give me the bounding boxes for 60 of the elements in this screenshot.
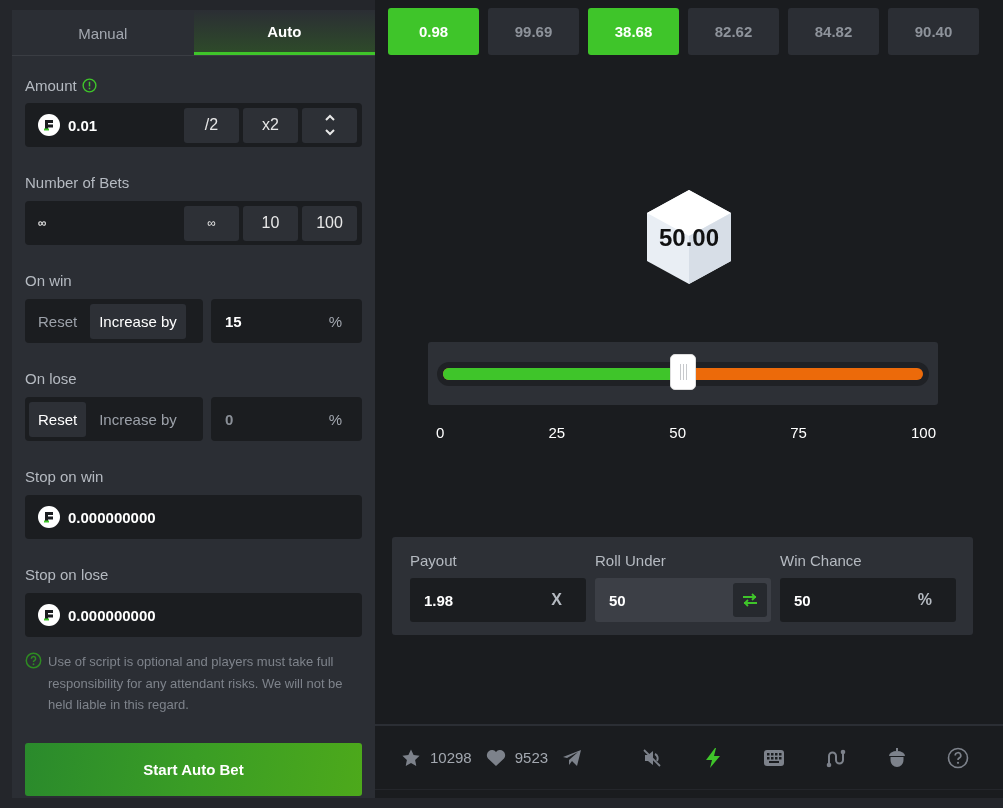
info-icon xyxy=(81,78,97,93)
likes-count: 9523 xyxy=(514,749,549,766)
acorn-icon[interactable] xyxy=(887,746,907,769)
amount-modifier-button[interactable]: /2 xyxy=(184,107,239,143)
keyboard-icon[interactable] xyxy=(763,748,785,767)
stop-field[interactable]: 0.000000000 xyxy=(25,495,362,539)
result-chip: 99.69 xyxy=(488,8,579,55)
mode-option[interactable]: Increase by xyxy=(90,401,186,437)
disclaimer-text: Use of script is optional and players must take full responsibility for any attendant risks. We will not be held liable in this regard. xyxy=(48,653,344,714)
stop-field[interactable]: 0.000000000 xyxy=(25,593,362,637)
scale-label: 50 xyxy=(669,424,686,441)
payout-field[interactable]: 1.98 X xyxy=(410,578,586,622)
favorites-count: 10298 xyxy=(430,749,472,766)
scale-label: 25 xyxy=(548,424,566,441)
result-chip: 38.68 xyxy=(588,8,679,55)
win-chance-label: Win Chance xyxy=(780,552,863,569)
condition-label: On lose xyxy=(25,370,78,389)
swap-button[interactable] xyxy=(733,583,767,617)
amount-field[interactable]: 0.01 /2 x2 xyxy=(25,103,362,147)
win-chance-field[interactable]: 50 % xyxy=(780,578,956,622)
paper-plane-icon[interactable] xyxy=(562,748,583,767)
result-chip: 82.62 xyxy=(688,8,779,55)
number-of-bets-label: Number of Bets xyxy=(25,174,131,193)
scale-label: 100 xyxy=(910,424,936,441)
heart-icon[interactable] xyxy=(485,748,506,767)
bets-preset-button[interactable]: 100 xyxy=(302,205,357,241)
up-down-icon xyxy=(323,113,336,137)
dice-value: 50.00 xyxy=(657,224,721,252)
lightning-icon[interactable] xyxy=(703,746,723,769)
result-chip: 84.82 xyxy=(788,8,879,55)
mode-option[interactable]: Reset xyxy=(29,303,87,339)
stop-label: Stop on lose xyxy=(25,566,110,585)
roll-under-label: Roll Under xyxy=(595,552,667,569)
bets-preset-button[interactable]: 10 xyxy=(243,205,298,241)
scale-label: 0 xyxy=(436,424,445,441)
scale-label: 75 xyxy=(790,424,807,441)
mode-option[interactable]: Increase by xyxy=(90,303,186,339)
amount-modifier-button[interactable]: x2 xyxy=(243,107,298,143)
help-icon xyxy=(25,652,42,669)
percent-field[interactable]: 15 % xyxy=(211,299,362,343)
bets-preset-button[interactable]: ∞ xyxy=(184,205,239,241)
coin-icon xyxy=(38,604,60,626)
roll-under-field[interactable]: 50 xyxy=(595,578,771,622)
coin-icon xyxy=(38,114,60,136)
mode-tab[interactable]: Manual xyxy=(12,10,194,55)
payout-label: Payout xyxy=(410,552,458,569)
coin-icon xyxy=(38,506,60,528)
stop-label: Stop on win xyxy=(25,468,105,487)
amount-label: Amount xyxy=(25,77,77,94)
condition-label: On win xyxy=(25,272,73,291)
help-icon[interactable] xyxy=(947,746,969,769)
number-of-bets-field[interactable]: ∞ ∞ 10 100 xyxy=(25,201,362,245)
swap-arrows-icon xyxy=(742,593,758,607)
slider-thumb[interactable] xyxy=(670,353,696,390)
muted-sound-icon[interactable] xyxy=(641,746,663,769)
stepper-button[interactable] xyxy=(302,107,357,143)
mode-option[interactable]: Reset xyxy=(29,401,87,437)
result-chip: 90.40 xyxy=(888,8,979,55)
result-chip: 0.98 xyxy=(388,8,479,55)
percent-field[interactable]: 0 % xyxy=(211,397,362,441)
